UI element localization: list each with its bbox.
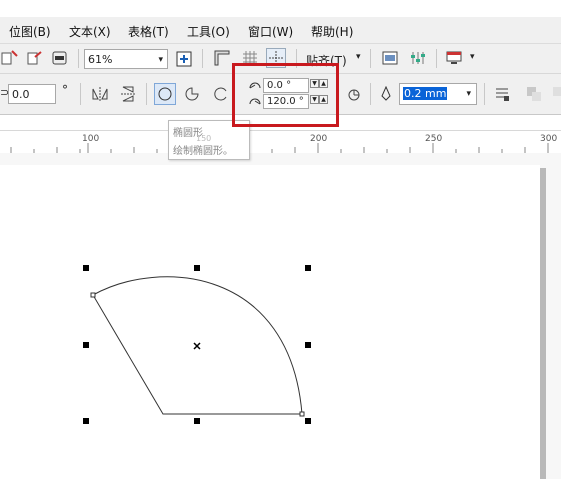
selection-handle-top-left[interactable] [83,265,89,271]
selection-handle-left[interactable] [83,342,89,348]
tooltip-description: 绘制椭圆形。 [173,146,233,157]
pie-node [90,292,96,298]
selection-handle-right[interactable] [305,342,311,348]
selection-handle-bottom-right[interactable] [305,418,311,424]
pie-node [299,411,305,417]
selection-handle-bottom-left[interactable] [83,418,89,424]
selection-handle-top[interactable] [194,265,200,271]
highlight-box [232,63,339,127]
center-cross-icon [193,342,201,350]
selection-handle-top-right[interactable] [305,265,311,271]
ruler-label: 150 [196,134,212,143]
selection-handle-bottom[interactable] [194,418,200,424]
